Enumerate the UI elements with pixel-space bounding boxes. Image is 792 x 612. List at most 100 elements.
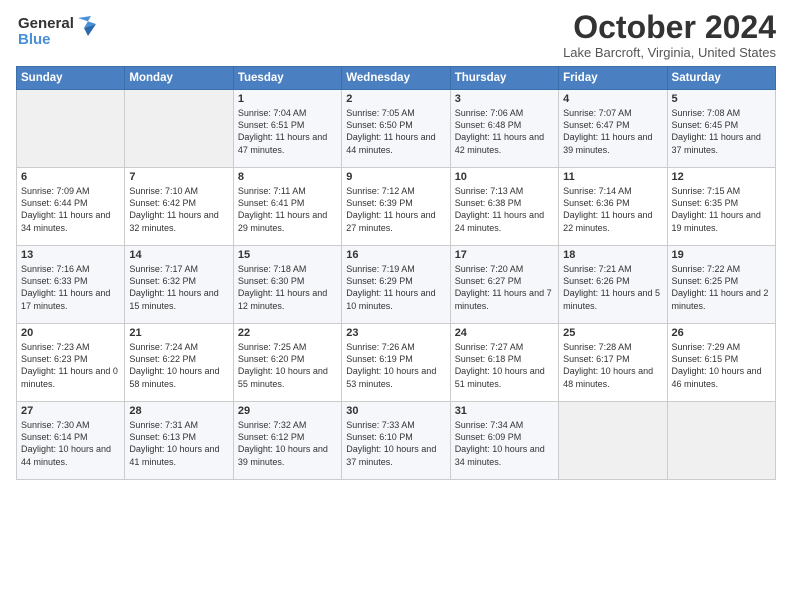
cell-info: Sunrise: 7:10 AMSunset: 6:42 PMDaylight:… <box>129 185 228 234</box>
day-number: 8 <box>238 171 337 183</box>
day-header-sunday: Sunday <box>17 67 125 90</box>
day-number: 18 <box>563 249 662 261</box>
day-number: 26 <box>672 327 771 339</box>
calendar-cell: 26 Sunrise: 7:29 AMSunset: 6:15 PMDayligh… <box>667 324 775 402</box>
cell-info: Sunrise: 7:15 AMSunset: 6:35 PMDaylight:… <box>672 185 771 234</box>
cell-info: Sunrise: 7:07 AMSunset: 6:47 PMDaylight:… <box>563 107 662 156</box>
calendar-cell: 13 Sunrise: 7:16 AMSunset: 6:33 PMDayligh… <box>17 246 125 324</box>
day-number: 31 <box>455 405 554 417</box>
calendar-cell: 19 Sunrise: 7:22 AMSunset: 6:25 PMDayligh… <box>667 246 775 324</box>
cell-info: Sunrise: 7:22 AMSunset: 6:25 PMDaylight:… <box>672 263 771 312</box>
calendar-cell: 4 Sunrise: 7:07 AMSunset: 6:47 PMDaylight… <box>559 90 667 168</box>
day-number: 23 <box>346 327 445 339</box>
day-number: 12 <box>672 171 771 183</box>
cell-info: Sunrise: 7:23 AMSunset: 6:23 PMDaylight:… <box>21 341 120 390</box>
header: General Blue October 2024 Lake Barcroft,… <box>16 10 776 60</box>
day-number: 4 <box>563 93 662 105</box>
day-number: 9 <box>346 171 445 183</box>
day-number: 16 <box>346 249 445 261</box>
day-header-tuesday: Tuesday <box>233 67 341 90</box>
svg-text:General: General <box>18 15 74 32</box>
calendar-cell: 10Sunrise: 7:13 AMSunset: 6:38 PMDayligh… <box>450 168 558 246</box>
cell-info: Sunrise: 7:05 AMSunset: 6:50 PMDaylight:… <box>346 107 445 156</box>
calendar-cell: 17 Sunrise: 7:20 AMSunset: 6:27 PMDayligh… <box>450 246 558 324</box>
cell-info: Sunrise: 7:08 AMSunset: 6:45 PMDaylight:… <box>672 107 771 156</box>
cell-info: Sunrise: 7:11 AMSunset: 6:41 PMDaylight:… <box>238 185 337 234</box>
day-number: 22 <box>238 327 337 339</box>
calendar-cell: 29Sunrise: 7:32 AMSunset: 6:12 PMDayligh… <box>233 402 341 480</box>
day-number: 19 <box>672 249 771 261</box>
cell-info: Sunrise: 7:33 AMSunset: 6:10 PMDaylight:… <box>346 419 445 468</box>
cell-info: Sunrise: 7:19 AMSunset: 6:29 PMDaylight:… <box>346 263 445 312</box>
calendar-cell: 12 Sunrise: 7:15 AMSunset: 6:35 PMDayligh… <box>667 168 775 246</box>
day-header-saturday: Saturday <box>667 67 775 90</box>
day-number: 2 <box>346 93 445 105</box>
day-number: 30 <box>346 405 445 417</box>
calendar-cell: 1 Sunrise: 7:04 AMSunset: 6:51 PMDaylight… <box>233 90 341 168</box>
day-number: 27 <box>21 405 120 417</box>
calendar-cell: 31Sunrise: 7:34 AMSunset: 6:09 PMDayligh… <box>450 402 558 480</box>
cell-info: Sunrise: 7:28 AMSunset: 6:17 PMDaylight:… <box>563 341 662 390</box>
day-header-wednesday: Wednesday <box>342 67 450 90</box>
cell-info: Sunrise: 7:32 AMSunset: 6:12 PMDaylight:… <box>238 419 337 468</box>
logo-text: General Blue <box>16 10 106 59</box>
day-number: 25 <box>563 327 662 339</box>
day-number: 24 <box>455 327 554 339</box>
svg-text:Blue: Blue <box>18 31 51 48</box>
calendar-cell <box>667 402 775 480</box>
day-header-friday: Friday <box>559 67 667 90</box>
cell-info: Sunrise: 7:30 AMSunset: 6:14 PMDaylight:… <box>21 419 120 468</box>
day-header-monday: Monday <box>125 67 233 90</box>
cell-info: Sunrise: 7:20 AMSunset: 6:27 PMDaylight:… <box>455 263 554 312</box>
day-number: 1 <box>238 93 337 105</box>
calendar-cell: 30 Sunrise: 7:33 AMSunset: 6:10 PMDayligh… <box>342 402 450 480</box>
calendar-cell: 3Sunrise: 7:06 AMSunset: 6:48 PMDaylight… <box>450 90 558 168</box>
calendar-cell: 16 Sunrise: 7:19 AMSunset: 6:29 PMDayligh… <box>342 246 450 324</box>
day-number: 13 <box>21 249 120 261</box>
day-header-thursday: Thursday <box>450 67 558 90</box>
day-number: 11 <box>563 171 662 183</box>
calendar-cell: 9 Sunrise: 7:12 AMSunset: 6:39 PMDaylight… <box>342 168 450 246</box>
cell-info: Sunrise: 7:21 AMSunset: 6:26 PMDaylight:… <box>563 263 662 312</box>
location: Lake Barcroft, Virginia, United States <box>563 45 776 60</box>
calendar-cell: 27 Sunrise: 7:30 AMSunset: 6:14 PMDayligh… <box>17 402 125 480</box>
calendar-cell: 5 Sunrise: 7:08 AMSunset: 6:45 PMDaylight… <box>667 90 775 168</box>
cell-info: Sunrise: 7:18 AMSunset: 6:30 PMDaylight:… <box>238 263 337 312</box>
cell-info: Sunrise: 7:14 AMSunset: 6:36 PMDaylight:… <box>563 185 662 234</box>
cell-info: Sunrise: 7:17 AMSunset: 6:32 PMDaylight:… <box>129 263 228 312</box>
cell-info: Sunrise: 7:04 AMSunset: 6:51 PMDaylight:… <box>238 107 337 156</box>
cell-info: Sunrise: 7:16 AMSunset: 6:33 PMDaylight:… <box>21 263 120 312</box>
cell-info: Sunrise: 7:29 AMSunset: 6:15 PMDaylight:… <box>672 341 771 390</box>
calendar-cell: 8 Sunrise: 7:11 AMSunset: 6:41 PMDaylight… <box>233 168 341 246</box>
cell-info: Sunrise: 7:24 AMSunset: 6:22 PMDaylight:… <box>129 341 228 390</box>
month-title: October 2024 <box>563 10 776 45</box>
day-number: 21 <box>129 327 228 339</box>
calendar-cell: 18 Sunrise: 7:21 AMSunset: 6:26 PMDayligh… <box>559 246 667 324</box>
calendar-cell: 6 Sunrise: 7:09 AMSunset: 6:44 PMDaylight… <box>17 168 125 246</box>
calendar-cell: 21 Sunrise: 7:24 AMSunset: 6:22 PMDayligh… <box>125 324 233 402</box>
day-number: 6 <box>21 171 120 183</box>
day-number: 28 <box>129 405 228 417</box>
day-number: 5 <box>672 93 771 105</box>
calendar-cell: 11 Sunrise: 7:14 AMSunset: 6:36 PMDayligh… <box>559 168 667 246</box>
calendar-cell: 15Sunrise: 7:18 AMSunset: 6:30 PMDayligh… <box>233 246 341 324</box>
title-block: October 2024 Lake Barcroft, Virginia, Un… <box>563 10 776 60</box>
day-number: 20 <box>21 327 120 339</box>
calendar-cell: 23 Sunrise: 7:26 AMSunset: 6:19 PMDayligh… <box>342 324 450 402</box>
calendar-cell: 25 Sunrise: 7:28 AMSunset: 6:17 PMDayligh… <box>559 324 667 402</box>
cell-info: Sunrise: 7:09 AMSunset: 6:44 PMDaylight:… <box>21 185 120 234</box>
calendar-cell: 7Sunrise: 7:10 AMSunset: 6:42 PMDaylight… <box>125 168 233 246</box>
cell-info: Sunrise: 7:12 AMSunset: 6:39 PMDaylight:… <box>346 185 445 234</box>
logo: General Blue <box>16 10 106 59</box>
day-number: 14 <box>129 249 228 261</box>
cell-info: Sunrise: 7:27 AMSunset: 6:18 PMDaylight:… <box>455 341 554 390</box>
calendar-table: SundayMondayTuesdayWednesdayThursdayFrid… <box>16 66 776 480</box>
day-number: 17 <box>455 249 554 261</box>
calendar-cell <box>17 90 125 168</box>
cell-info: Sunrise: 7:26 AMSunset: 6:19 PMDaylight:… <box>346 341 445 390</box>
cell-info: Sunrise: 7:31 AMSunset: 6:13 PMDaylight:… <box>129 419 228 468</box>
calendar-cell: 14 Sunrise: 7:17 AMSunset: 6:32 PMDayligh… <box>125 246 233 324</box>
day-number: 10 <box>455 171 554 183</box>
calendar-cell: 2 Sunrise: 7:05 AMSunset: 6:50 PMDaylight… <box>342 90 450 168</box>
cell-info: Sunrise: 7:06 AMSunset: 6:48 PMDaylight:… <box>455 107 554 156</box>
